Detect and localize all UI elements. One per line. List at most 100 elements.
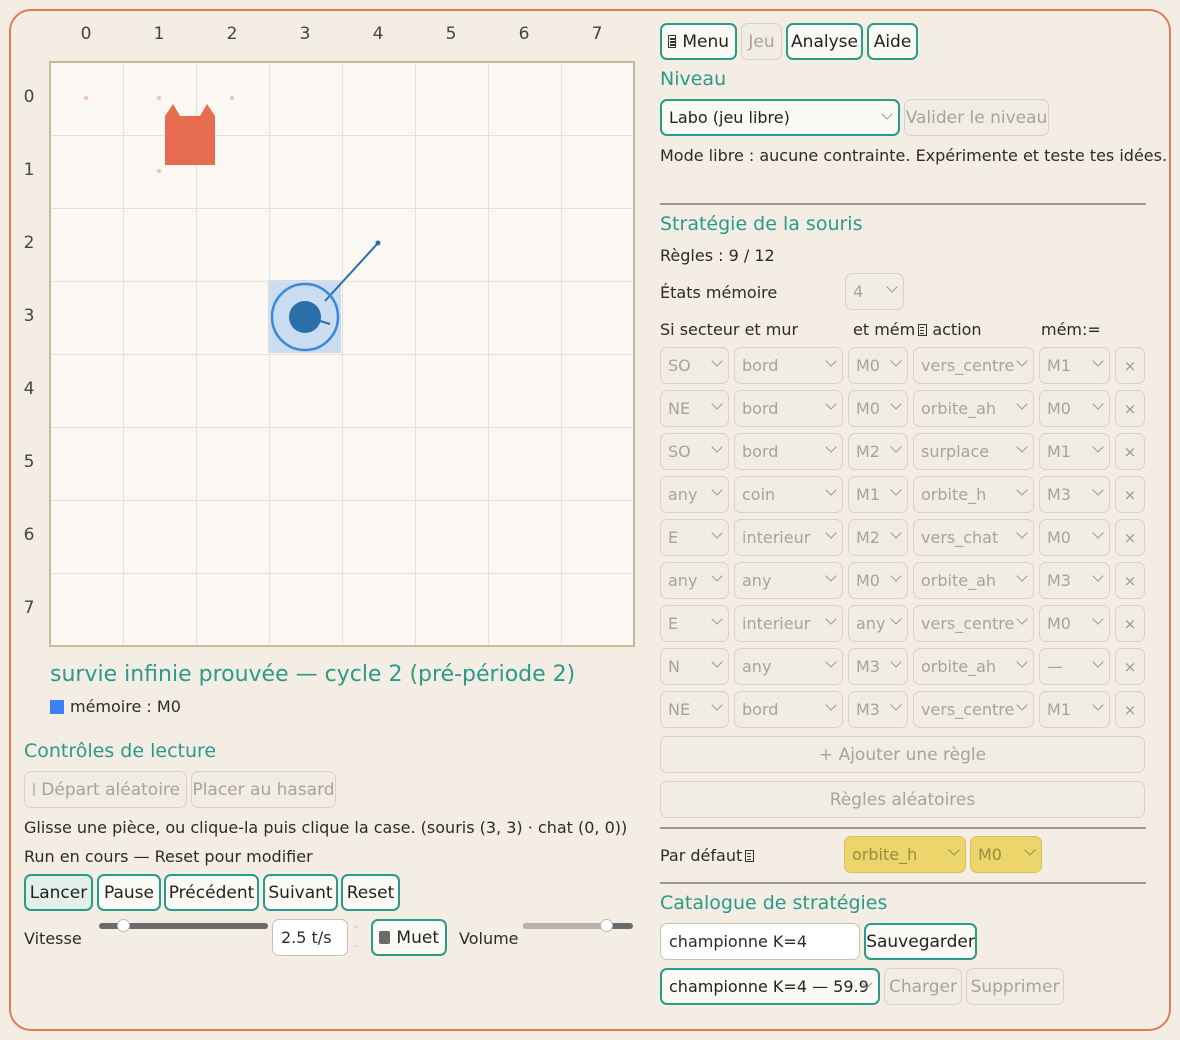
reset-button[interactable]: Reset — [341, 874, 400, 911]
delete-rule-button[interactable]: × — [1115, 519, 1145, 556]
rule-set-select[interactable]: M3 — [1039, 562, 1110, 599]
chevron-down-icon — [1092, 699, 1104, 711]
delete-rule-button[interactable]: × — [1115, 605, 1145, 642]
rule-set-select[interactable]: M0 — [1039, 605, 1110, 642]
rule-sector-select[interactable]: NE — [660, 390, 729, 427]
tab-jeu[interactable]: Jeu — [741, 23, 782, 60]
pause-button[interactable]: Pause — [97, 874, 161, 911]
rule-action-select[interactable]: surplace — [913, 433, 1034, 470]
rule-sector-select[interactable]: N — [660, 648, 729, 685]
rule-mem-select[interactable]: M3 — [848, 691, 908, 728]
rule-action-value: orbite_ah — [921, 399, 997, 418]
rule-set-select[interactable]: M0 — [1039, 519, 1110, 556]
rule-mem-select[interactable]: M1 — [848, 476, 908, 513]
chevron-down-icon — [825, 484, 837, 496]
add-rule-button[interactable]: + Ajouter une règle — [660, 736, 1145, 773]
rule-wall-select[interactable]: bord — [734, 691, 843, 728]
rule-action-select[interactable]: orbite_h — [913, 476, 1034, 513]
rule-mem-select[interactable]: M0 — [848, 347, 908, 384]
rule-mem-select[interactable]: M0 — [848, 390, 908, 427]
rule-action-select[interactable]: vers_centre — [913, 605, 1034, 642]
rule-wall-select[interactable]: bord — [734, 433, 843, 470]
speed-slider-thumb[interactable] — [116, 919, 130, 932]
strategy-name-input[interactable]: championne K=4 — [660, 923, 860, 960]
chevron-down-icon — [711, 656, 723, 668]
tab-analyse[interactable]: Analyse — [786, 23, 863, 60]
next-button[interactable]: Suivant — [263, 874, 338, 911]
mouse-piece[interactable] — [289, 301, 321, 333]
volume-slider-thumb[interactable] — [599, 919, 613, 932]
rule-set-select[interactable]: M1 — [1039, 433, 1110, 470]
rule-set-select[interactable]: M3 — [1039, 476, 1110, 513]
rule-sector-select[interactable]: any — [660, 476, 729, 513]
lancer-button[interactable]: Lancer — [24, 874, 93, 911]
default-mem-select[interactable]: M0 — [970, 836, 1042, 873]
drag-hint: Glisse une pièce, ou clique-la puis cliq… — [24, 818, 628, 837]
speed-spinner-icon[interactable]: ⌃ ⌄ — [352, 924, 360, 952]
rule-wall-select[interactable]: coin — [734, 476, 843, 513]
chevron-down-icon — [1092, 527, 1104, 539]
rule-sector-select[interactable]: any — [660, 562, 729, 599]
cat-piece[interactable] — [165, 104, 215, 165]
divider — [660, 203, 1146, 205]
rule-mem-select[interactable]: M0 — [848, 562, 908, 599]
rule-set-value: M1 — [1047, 442, 1071, 461]
rule-sector-select[interactable]: E — [660, 605, 729, 642]
delete-rule-button[interactable]: × — [1115, 691, 1145, 728]
random-start-toggle[interactable]: Départ aléatoire — [24, 771, 187, 808]
delete-rule-button[interactable]: × — [1115, 648, 1145, 685]
rule-set-select[interactable]: M0 — [1039, 390, 1110, 427]
rule-action-select[interactable]: vers_centre — [913, 691, 1034, 728]
rule-action-select[interactable]: orbite_ah — [913, 562, 1034, 599]
save-strategy-button[interactable]: Sauvegarder — [864, 923, 977, 960]
rule-action-select[interactable]: vers_chat — [913, 519, 1034, 556]
rule-action-select[interactable]: orbite_ah — [913, 390, 1034, 427]
delete-rule-button[interactable]: × — [1115, 433, 1145, 470]
rule-action-select[interactable]: orbite_ah — [913, 648, 1034, 685]
random-rules-button[interactable]: Règles aléatoires — [660, 781, 1145, 818]
rule-wall-value: bord — [742, 356, 779, 375]
rule-wall-select[interactable]: any — [734, 648, 843, 685]
place-random-button[interactable]: Placer au hasard — [191, 771, 336, 808]
speed-input[interactable]: 2.5 t/s — [272, 919, 348, 956]
delete-rule-button[interactable]: × — [1115, 476, 1145, 513]
delete-rule-button[interactable]: × — [1115, 562, 1145, 599]
chevron-down-icon — [1016, 527, 1028, 539]
load-strategy-button[interactable]: Charger — [884, 968, 962, 1005]
rule-sector-select[interactable]: E — [660, 519, 729, 556]
rule-wall-select[interactable]: interieur — [734, 605, 843, 642]
rule-sector-select[interactable]: SO — [660, 347, 729, 384]
default-action-select[interactable]: orbite_h — [844, 836, 966, 873]
rule-mem-select[interactable]: M2 — [848, 519, 908, 556]
rule-set-value: M0 — [1047, 614, 1071, 633]
rule-wall-select[interactable]: any — [734, 562, 843, 599]
rule-set-select[interactable]: M1 — [1039, 691, 1110, 728]
rule-mem-select[interactable]: any — [848, 605, 908, 642]
rule-wall-select[interactable]: bord — [734, 347, 843, 384]
rule-mem-select[interactable]: M2 — [848, 433, 908, 470]
rule-set-select[interactable]: M1 — [1039, 347, 1110, 384]
rule-wall-select[interactable]: interieur — [734, 519, 843, 556]
rule-sector-select[interactable]: NE — [660, 691, 729, 728]
volume-slider[interactable] — [523, 923, 633, 929]
rule-mem-select[interactable]: M3 — [848, 648, 908, 685]
delete-rule-button[interactable]: × — [1115, 347, 1145, 384]
memory-states-select[interactable]: 4 — [845, 273, 904, 310]
level-select[interactable]: Labo (jeu libre) — [660, 99, 900, 136]
rule-set-select[interactable]: — — [1039, 648, 1110, 685]
rule-sector-select[interactable]: SO — [660, 433, 729, 470]
rule-action-select[interactable]: vers_centre — [913, 347, 1034, 384]
menu-button[interactable]: Menu — [660, 23, 737, 60]
tab-aide[interactable]: Aide — [867, 23, 918, 60]
default-mem-value: M0 — [978, 845, 1002, 864]
board-overlay — [84, 96, 381, 352]
previous-button[interactable]: Précédent — [164, 874, 259, 911]
chevron-down-icon — [825, 699, 837, 711]
mute-toggle[interactable]: Muet — [371, 919, 447, 956]
delete-strategy-button[interactable]: Supprimer — [966, 968, 1064, 1005]
speed-label: Vitesse — [24, 929, 82, 948]
delete-rule-button[interactable]: × — [1115, 390, 1145, 427]
strategy-catalog-select[interactable]: championne K=4 — 59.9 — [660, 968, 880, 1005]
rule-wall-select[interactable]: bord — [734, 390, 843, 427]
validate-level-button[interactable]: Valider le niveau — [904, 99, 1049, 136]
